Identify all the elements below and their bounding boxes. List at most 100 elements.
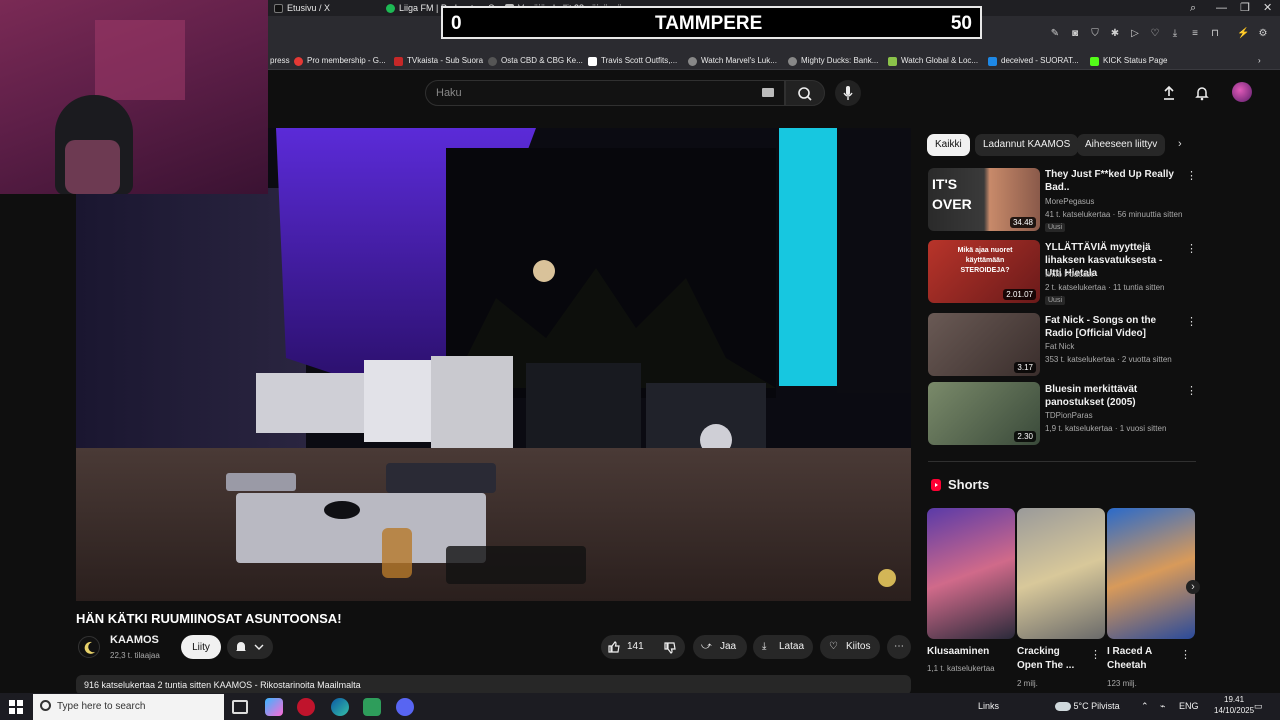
short-title[interactable]: Klusaaminen — [927, 645, 997, 659]
like-dislike-group: 141 — [601, 635, 685, 659]
opera-icon[interactable] — [297, 698, 315, 716]
bookmark-cbd[interactable]: Osta CBD & CBG Ke... — [488, 52, 583, 70]
related-menu-icon[interactable]: ⋮ — [1186, 315, 1197, 328]
short-menu-icon[interactable]: ⋮ — [1180, 648, 1191, 661]
share-button[interactable]: ⤻ Jaa — [693, 635, 747, 659]
play-icon[interactable]: ▷ — [1129, 28, 1141, 40]
short-thumbnail[interactable] — [1017, 508, 1105, 639]
dislike-icon[interactable] — [663, 641, 677, 655]
related-thumbnail[interactable]: 2.30 — [928, 382, 1040, 445]
bookmark-tvkaista[interactable]: TVkaista - Sub Suora — [394, 52, 483, 70]
related-title[interactable]: Fat Nick - Songs on the Radio [Official … — [1045, 314, 1175, 340]
related-menu-icon[interactable]: ⋮ — [1186, 169, 1197, 182]
edge-icon[interactable] — [331, 698, 349, 716]
thanks-button[interactable]: ♡ Kiitos — [820, 635, 880, 659]
task-view-icon[interactable] — [232, 700, 248, 714]
subscription-bell-button[interactable] — [227, 635, 273, 659]
more-actions-icon[interactable]: ⋯ — [887, 635, 911, 659]
tab-x[interactable]: Etusivu / X — [274, 0, 374, 16]
extension-icon[interactable]: ✱ — [1109, 28, 1121, 40]
windows-start-icon[interactable] — [9, 700, 23, 714]
search-button[interactable] — [785, 80, 825, 106]
notification-center-icon[interactable]: ▭ — [1254, 693, 1263, 720]
links-toolbar[interactable]: Links — [978, 693, 999, 720]
related-meta: 2 t. katselukertaa · 11 tuntia sitten — [1045, 283, 1165, 292]
edit-icon[interactable]: ✎ — [1049, 28, 1061, 40]
network-icon[interactable]: ⌁ — [1160, 693, 1165, 720]
related-thumbnail[interactable]: IT'S OVER 34.48 — [928, 168, 1040, 231]
voice-search-button[interactable] — [835, 80, 861, 106]
chip-related[interactable]: Aiheeseen liittyv — [1077, 134, 1165, 156]
bookmark-press[interactable]: press — [270, 52, 290, 70]
short-thumbnail[interactable] — [927, 508, 1015, 639]
bookmark-marvel[interactable]: Watch Marvel's Luk... — [688, 52, 777, 70]
like-icon[interactable] — [607, 640, 621, 654]
channel-avatar[interactable] — [78, 636, 100, 658]
bookmark-mighty-ducks[interactable]: Mighty Ducks: Bank... — [788, 52, 878, 70]
related-channel[interactable]: MorePegasus — [1045, 197, 1094, 206]
chips-next-icon[interactable]: › — [1178, 138, 1182, 150]
download-icon[interactable]: ⤓ — [1169, 28, 1181, 40]
link-icon — [688, 56, 697, 66]
related-thumbnail[interactable]: Mikä ajaa nuoret käyttämään STEROIDEJA? … — [928, 240, 1040, 303]
copilot-icon[interactable] — [265, 698, 283, 716]
download-button[interactable]: ⤓ Lataa — [753, 635, 813, 659]
bookmarks-overflow-icon[interactable]: › — [1258, 52, 1261, 70]
language-indicator[interactable]: ENG — [1179, 693, 1199, 720]
chip-channel[interactable]: Ladannut KAAMOS — [975, 134, 1079, 156]
related-channel[interactable]: TDPionParas — [1045, 411, 1093, 420]
search-tabs-icon[interactable]: ⌕ — [1190, 0, 1196, 16]
upload-icon[interactable] — [1160, 84, 1178, 102]
heart-icon[interactable]: ♡ — [1149, 28, 1161, 40]
discord-icon[interactable] — [396, 698, 414, 716]
bookmark-deceived[interactable]: deceived - SUORAT... — [988, 52, 1079, 70]
search-input[interactable] — [426, 81, 784, 105]
vpn-icon[interactable]: ⚡ — [1237, 28, 1249, 40]
related-meta: 41 t. katselukertaa · 56 minuuttia sitte… — [1045, 210, 1183, 219]
notifications-bell-icon[interactable] — [1193, 84, 1211, 102]
channel-name[interactable]: KAAMOS — [110, 634, 159, 646]
related-meta: 1,9 t. katselukertaa · 1 vuosi sitten — [1045, 424, 1167, 433]
lock-icon[interactable]: ⊓ — [1209, 28, 1221, 40]
shorts-next-icon[interactable]: › — [1186, 580, 1200, 594]
taskbar-search[interactable]: Type here to search — [33, 694, 224, 720]
new-badge: Uusi — [1045, 223, 1066, 232]
description-bar[interactable]: 916 katselukertaa 2 tuntia sitten KAAMOS… — [76, 675, 911, 695]
share-icon: ⤻ — [701, 641, 712, 652]
minimize-icon[interactable]: — — [1216, 0, 1227, 16]
settings-icon[interactable]: ⚙ — [1257, 28, 1269, 40]
related-channel[interactable]: Ilmiö Podcast — [1045, 270, 1093, 279]
search-icon — [798, 87, 812, 101]
keyboard-icon[interactable] — [762, 88, 774, 97]
bookmark-travis-scott[interactable]: Travis Scott Outfits,... — [588, 52, 677, 70]
related-channel[interactable]: Fat Nick — [1045, 342, 1074, 351]
bookmark-pro-membership[interactable]: Pro membership - G... — [294, 52, 386, 70]
short-thumbnail[interactable] — [1107, 508, 1195, 639]
shield-icon[interactable]: ⛉ — [1089, 28, 1101, 40]
close-icon[interactable]: ✕ — [1263, 0, 1272, 16]
video-player[interactable] — [76, 128, 911, 601]
cloud-icon — [1055, 702, 1071, 712]
join-button[interactable]: Liity — [181, 635, 221, 659]
related-menu-icon[interactable]: ⋮ — [1186, 384, 1197, 397]
short-title[interactable]: Cracking Open The ... — [1017, 645, 1087, 673]
related-title[interactable]: They Just F**ked Up Really Bad.. — [1045, 168, 1175, 194]
clock[interactable]: 19.41 14/10/2025 — [1214, 694, 1254, 720]
related-menu-icon[interactable]: ⋮ — [1186, 242, 1197, 255]
app-green-icon[interactable] — [363, 698, 381, 716]
related-thumbnail[interactable]: 3.17 — [928, 313, 1040, 376]
short-menu-icon[interactable]: ⋮ — [1090, 648, 1101, 661]
weather-widget[interactable]: 5°C Pilvista — [1055, 693, 1120, 720]
user-avatar[interactable] — [1232, 82, 1252, 102]
related-title[interactable]: Bluesin merkittävät panostukset (2005) — [1045, 383, 1175, 409]
short-title[interactable]: I Raced A Cheetah — [1107, 645, 1177, 673]
camera-icon[interactable]: ◙ — [1069, 28, 1081, 40]
menu-icon[interactable]: ≡ — [1189, 28, 1201, 40]
bookmark-global[interactable]: Watch Global & Loc... — [888, 52, 978, 70]
tray-chevron-icon[interactable]: ⌃ — [1141, 693, 1149, 720]
restore-icon[interactable]: ❐ — [1240, 0, 1250, 16]
chip-all[interactable]: Kaikki — [927, 134, 970, 156]
team-name: TAMMPERE — [655, 13, 763, 34]
bookmark-kick-status[interactable]: KICK Status Page — [1090, 52, 1167, 70]
x-logo-icon — [274, 3, 283, 13]
